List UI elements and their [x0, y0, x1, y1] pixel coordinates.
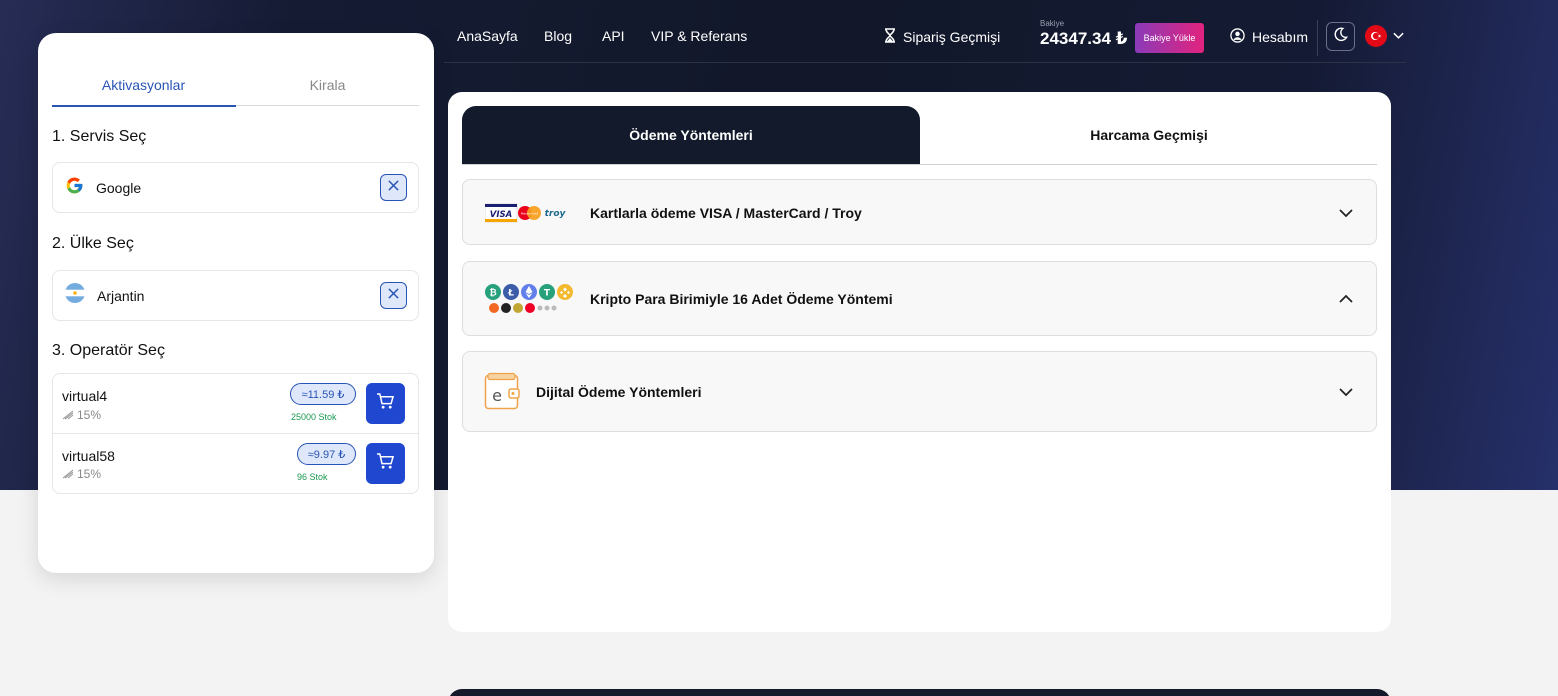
close-icon [387, 287, 400, 305]
wallet-icon: e [484, 372, 521, 415]
service-select[interactable]: Google [52, 162, 419, 213]
chevron-up-icon [1338, 291, 1354, 312]
step-select-service: 1. Servis Seç [52, 128, 147, 145]
svg-text:T: T [544, 289, 551, 299]
buy-button[interactable] [366, 443, 405, 484]
crypto-coins-icon: ₿ Ł T [484, 283, 576, 320]
selected-service: Google [96, 179, 142, 196]
payment-method-title: Dijital Ödeme Yöntemleri [536, 384, 702, 400]
argentina-flag-icon [65, 283, 85, 308]
payment-method-title: Kripto Para Birimiyle 16 Adet Ödeme Yönt… [590, 291, 893, 307]
tab-rent[interactable]: Kirala [236, 77, 419, 93]
google-icon [65, 176, 84, 200]
selected-country: Arjantin [97, 287, 145, 304]
nav-divider [1317, 20, 1318, 56]
balance-amount: 24347.34 ₺ [1040, 29, 1128, 48]
stock-count: 96 Stok [297, 472, 328, 482]
operator-list: virtual4 15% ≈11.59 ₺ 25000 Stok virtual… [52, 373, 419, 494]
troy-logo-text: troy [545, 209, 567, 219]
clear-service-button[interactable] [380, 174, 407, 201]
payment-method-cards[interactable]: VISA MasterCard troy Kartlarla ödeme VIS… [462, 179, 1377, 245]
cart-icon [376, 392, 395, 415]
payment-tabs: Ödeme Yöntemleri Harcama Geçmişi [462, 106, 1377, 165]
activation-panel: Aktivasyonlar Kirala 1. Servis Seç Googl… [38, 33, 434, 573]
theme-toggle-button[interactable] [1326, 22, 1355, 51]
country-select[interactable]: Arjantin [52, 270, 419, 321]
payment-panel: Ödeme Yöntemleri Harcama Geçmişi VISA Ma… [448, 92, 1391, 632]
nav-link-home[interactable]: AnaSayfa [457, 28, 518, 44]
chevron-down-icon [1338, 384, 1354, 405]
stock-count: 25000 Stok [291, 412, 337, 422]
tab-spending-history[interactable]: Harcama Geçmişi [920, 106, 1378, 164]
chevron-down-icon [1338, 205, 1354, 226]
top-navigation: AnaSayfa Blog API VIP & Referans Sipariş… [444, 0, 1406, 63]
cart-icon [376, 452, 395, 475]
tab-payment-methods[interactable]: Ödeme Yöntemleri [462, 106, 920, 164]
account-label: Hesabım [1252, 29, 1309, 45]
payment-method-digital[interactable]: e Dijital Ödeme Yöntemleri [462, 351, 1377, 432]
price-badge: ≈9.97 ₺ [297, 443, 356, 465]
order-history-label: Sipariş Geçmişi [903, 29, 1001, 45]
nav-link-vip-referral[interactable]: VIP & Referans [651, 28, 747, 44]
signal-icon [62, 410, 74, 420]
step-select-country: 2. Ülke Seç [52, 235, 134, 252]
balance-display: Bakiye 24347.34 ₺ [1040, 19, 1127, 49]
nav-link-blog[interactable]: Blog [544, 28, 572, 44]
chevron-down-icon[interactable] [1392, 29, 1405, 47]
close-icon [387, 179, 400, 197]
svg-text:e: e [492, 386, 502, 405]
step-select-operator: 3. Operatör Seç [52, 342, 165, 359]
moon-icon [1333, 27, 1348, 47]
nav-link-api[interactable]: API [602, 28, 625, 44]
panel-tabs: Aktivasyonlar Kirala [52, 73, 419, 107]
hourglass-icon [884, 28, 896, 46]
price-badge: ≈11.59 ₺ [290, 383, 356, 405]
svg-text:Ł: Ł [507, 289, 514, 299]
account-link[interactable]: Hesabım [1230, 28, 1308, 46]
discount-value: 15% [77, 467, 102, 481]
discount-value: 15% [77, 408, 102, 422]
operator-row[interactable]: virtual4 15% ≈11.59 ₺ 25000 Stok [53, 374, 418, 434]
signal-icon [62, 469, 74, 479]
operator-row[interactable]: virtual58 15% ≈9.97 ₺ 96 Stok [53, 434, 418, 494]
balance-label: Bakiye [1040, 19, 1065, 28]
order-history-link[interactable]: Sipariş Geçmişi [884, 28, 1000, 46]
footer-section-top [448, 689, 1391, 696]
tab-activations[interactable]: Aktivasyonlar [52, 77, 236, 107]
svg-text:₿: ₿ [489, 288, 496, 299]
visa-logo-text: VISA [490, 210, 512, 220]
buy-button[interactable] [366, 383, 405, 424]
operator-discount: 15% [62, 408, 101, 422]
card-logos-icon: VISA MasterCard troy [484, 203, 571, 228]
topup-button[interactable]: Bakiye Yükle [1135, 23, 1204, 53]
mastercard-logo-text: MasterCard [521, 212, 538, 216]
turkey-flag-icon[interactable] [1365, 25, 1387, 47]
operator-name: virtual58 [62, 448, 115, 464]
operator-discount: 15% [62, 467, 101, 481]
clear-country-button[interactable] [380, 282, 407, 309]
operator-name: virtual4 [62, 388, 108, 404]
user-icon [1230, 28, 1245, 46]
payment-method-crypto[interactable]: ₿ Ł T Kripto Para Birimiyle 16 Adet Ödem… [462, 261, 1377, 336]
payment-method-title: Kartlarla ödeme VISA / MasterCard / Troy [590, 205, 862, 221]
